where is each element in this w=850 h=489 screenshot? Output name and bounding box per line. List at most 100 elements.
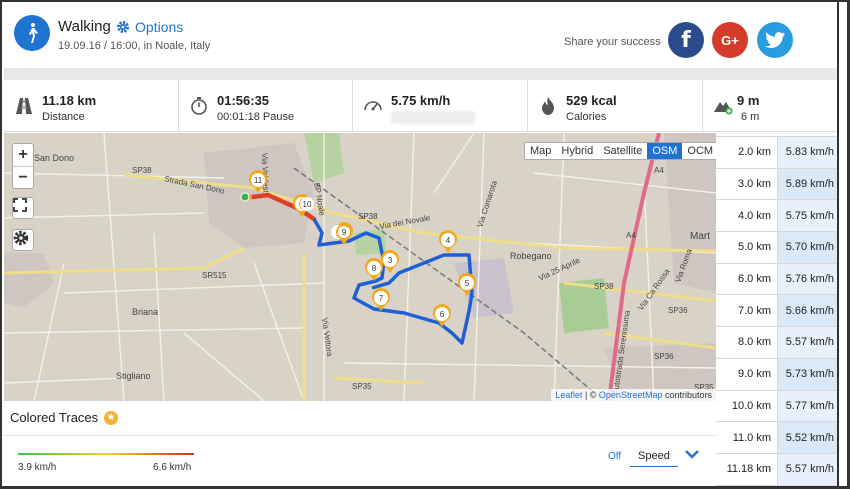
stat-elevation: 9 m 6 m [703, 80, 840, 132]
place-label: Briana [132, 307, 158, 317]
road-label: SP38 [594, 282, 614, 291]
table-row: 9.0 km 5.73 km/h [716, 358, 840, 391]
table-row: 4.0 km 5.75 km/h [716, 200, 840, 233]
stats-bar: 11.18 km Distance 01:56:35 00:01:18 Paus… [4, 80, 840, 132]
table-row: 11.18 km 5.57 km/h [716, 453, 840, 486]
map-attribution: Leaflet | © OpenStreetMap contributors [551, 389, 716, 401]
speed-gradient-legend [18, 453, 194, 455]
split-speed: 5.73 km/h [778, 358, 840, 390]
share-text: Share your success [564, 36, 661, 48]
options-label: Options [135, 19, 184, 35]
svg-text:11: 11 [254, 176, 263, 185]
stat-label: Calories [566, 111, 607, 123]
stat-value: 5.75 km/h [391, 93, 451, 108]
route-start-marker [240, 192, 250, 202]
place-label: Robegano [510, 251, 552, 261]
split-speed: 5.83 km/h [778, 137, 840, 168]
facebook-icon: f [681, 27, 691, 53]
colored-traces-heading: Colored Traces ★ [10, 410, 119, 425]
road-label: SR515 [202, 271, 227, 280]
layer-ocm[interactable]: OCM [682, 143, 716, 159]
split-speed: 5.75 km/h [778, 200, 840, 232]
split-distance: 11.0 km [716, 422, 778, 453]
stat-label-redacted [391, 111, 475, 124]
table-row: 8.0 km 5.57 km/h [716, 327, 840, 359]
zoom-in-button[interactable]: + [13, 144, 33, 166]
stat-value: 9 m [737, 93, 760, 108]
layer-osm[interactable]: OSM [647, 143, 683, 159]
svg-text:6: 6 [440, 310, 445, 319]
flame-icon [542, 97, 554, 115]
stat-duration: 01:56:35 00:01:18 Pause [179, 80, 353, 132]
colored-traces-label: Colored Traces [10, 410, 99, 425]
zoom-control: + − [12, 143, 34, 189]
split-distance: 11.18 km [716, 453, 778, 485]
stat-label: Distance [42, 111, 85, 123]
svg-text:7: 7 [379, 294, 384, 303]
split-distance: 2.0 km [716, 137, 778, 168]
road-label: A4 [626, 231, 636, 240]
options-link[interactable]: Options [116, 19, 183, 35]
table-row: 10.0 km 5.77 km/h [716, 390, 840, 423]
route-map[interactable]: San Dono Strada San Dono SP38 SP38 Via d… [4, 133, 716, 401]
split-speed: 5.89 km/h [778, 168, 840, 200]
layer-map[interactable]: Map [525, 143, 556, 159]
traces-off-button[interactable]: Off [608, 451, 621, 462]
svg-text:5: 5 [465, 279, 470, 288]
split-distance: 3.0 km [716, 168, 778, 200]
osm-link[interactable]: OpenStreetMap [599, 390, 663, 400]
table-row: 3.0 km 5.89 km/h [716, 168, 840, 201]
map-canvas[interactable]: San Dono Strada San Dono SP38 SP38 Via d… [4, 133, 716, 401]
traces-metric-select[interactable]: Speed [630, 446, 678, 467]
app-frame: Walking Options 19.09.16 / 16:00, in Noa… [0, 0, 850, 489]
gradient-max-label: 6.6 km/h [153, 462, 192, 473]
road-label: SP36 [654, 352, 674, 361]
stat-label: 00:01:18 Pause [217, 111, 295, 123]
chevron-down-icon[interactable] [684, 448, 700, 460]
twitter-share-button[interactable] [757, 22, 793, 58]
twitter-icon [765, 32, 785, 48]
stat-distance: 11.18 km Distance [4, 80, 179, 132]
split-distance: 4.0 km [716, 200, 778, 232]
stat-calories: 529 kcal Calories [528, 80, 703, 132]
table-row: 2.0 km 5.83 km/h [716, 137, 840, 169]
svg-text:3: 3 [388, 256, 393, 265]
activity-title: Walking [58, 18, 111, 35]
stat-label: 6 m [741, 111, 760, 123]
map-layer-switcher: Map Hybrid Satellite OSM OCM [524, 142, 716, 160]
zoom-out-button[interactable]: − [13, 166, 33, 188]
elevation-icon [714, 102, 733, 115]
gear-icon [117, 21, 129, 33]
gradient-min-label: 3.9 km/h [18, 462, 57, 473]
road-label: SP38 [358, 212, 378, 221]
table-row: 6.0 km 5.76 km/h [716, 263, 840, 296]
facebook-share-button[interactable]: f [668, 22, 704, 58]
fullscreen-button[interactable] [12, 197, 34, 219]
layer-hybrid[interactable]: Hybrid [556, 143, 598, 159]
svg-text:8: 8 [372, 264, 377, 273]
split-speed: 5.52 km/h [778, 422, 840, 453]
fullscreen-icon [13, 198, 27, 212]
split-distance: 5.0 km [716, 232, 778, 263]
road-label: SP35 [352, 382, 372, 391]
split-speed: 5.70 km/h [778, 232, 840, 263]
google-plus-share-button[interactable]: G+ [712, 22, 748, 58]
road-label: A4 [654, 166, 664, 175]
split-distance: 10.0 km [716, 390, 778, 422]
table-row: 5.0 km 5.70 km/h [716, 232, 840, 264]
svg-text:9: 9 [342, 228, 347, 237]
map-settings-button[interactable] [12, 229, 34, 251]
attribution-separator: | © [582, 390, 599, 400]
svg-text:10: 10 [303, 200, 312, 209]
stat-value: 01:56:35 [217, 93, 270, 108]
place-label: Stigliano [116, 371, 151, 381]
stopwatch-icon [191, 97, 207, 115]
split-distance: 9.0 km [716, 358, 778, 390]
google-plus-icon: G+ [721, 32, 739, 48]
place-label: San Dono [34, 153, 74, 163]
table-row: 11.0 km 5.52 km/h [716, 422, 840, 454]
leaflet-link[interactable]: Leaflet [555, 390, 582, 400]
layer-satellite[interactable]: Satellite [598, 143, 647, 159]
splits-table: 2.0 km 5.83 km/h 3.0 km 5.89 km/h 4.0 km 5.75… [716, 137, 840, 486]
split-distance: 8.0 km [716, 327, 778, 358]
